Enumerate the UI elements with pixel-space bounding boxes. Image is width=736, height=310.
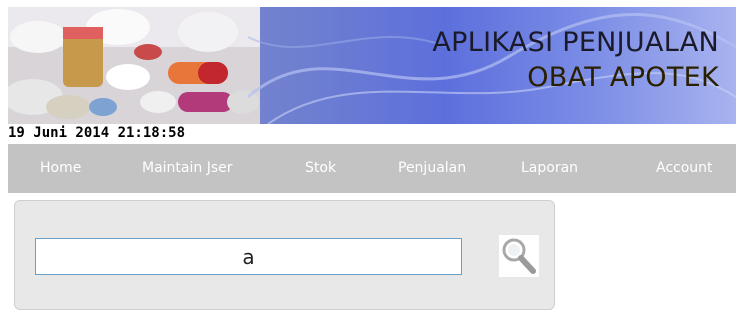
magnifier-icon[interactable] [499,235,539,277]
pills-photo [8,7,260,124]
main-navbar: Home Maintain Jser Stok Penjualan Lapora… [8,144,736,193]
nav-stok[interactable]: Stok [305,144,336,193]
app-title-line1: APLIKASI PENJUALAN [432,27,719,58]
app-title-line2: OBAT APOTEK [527,62,719,93]
nav-account[interactable]: Account [656,144,713,193]
datetime-display: 19 Juni 2014 21:18:58 [8,125,186,141]
nav-laporan[interactable]: Laporan [521,144,578,193]
search-panel [14,200,555,310]
nav-home[interactable]: Home [40,144,81,193]
search-input[interactable] [35,238,462,275]
nav-penjualan[interactable]: Penjualan [398,144,466,193]
header-banner: APLIKASI PENJUALAN OBAT APOTEK [8,7,736,124]
nav-maintain-user[interactable]: Maintain Jser [142,144,233,193]
